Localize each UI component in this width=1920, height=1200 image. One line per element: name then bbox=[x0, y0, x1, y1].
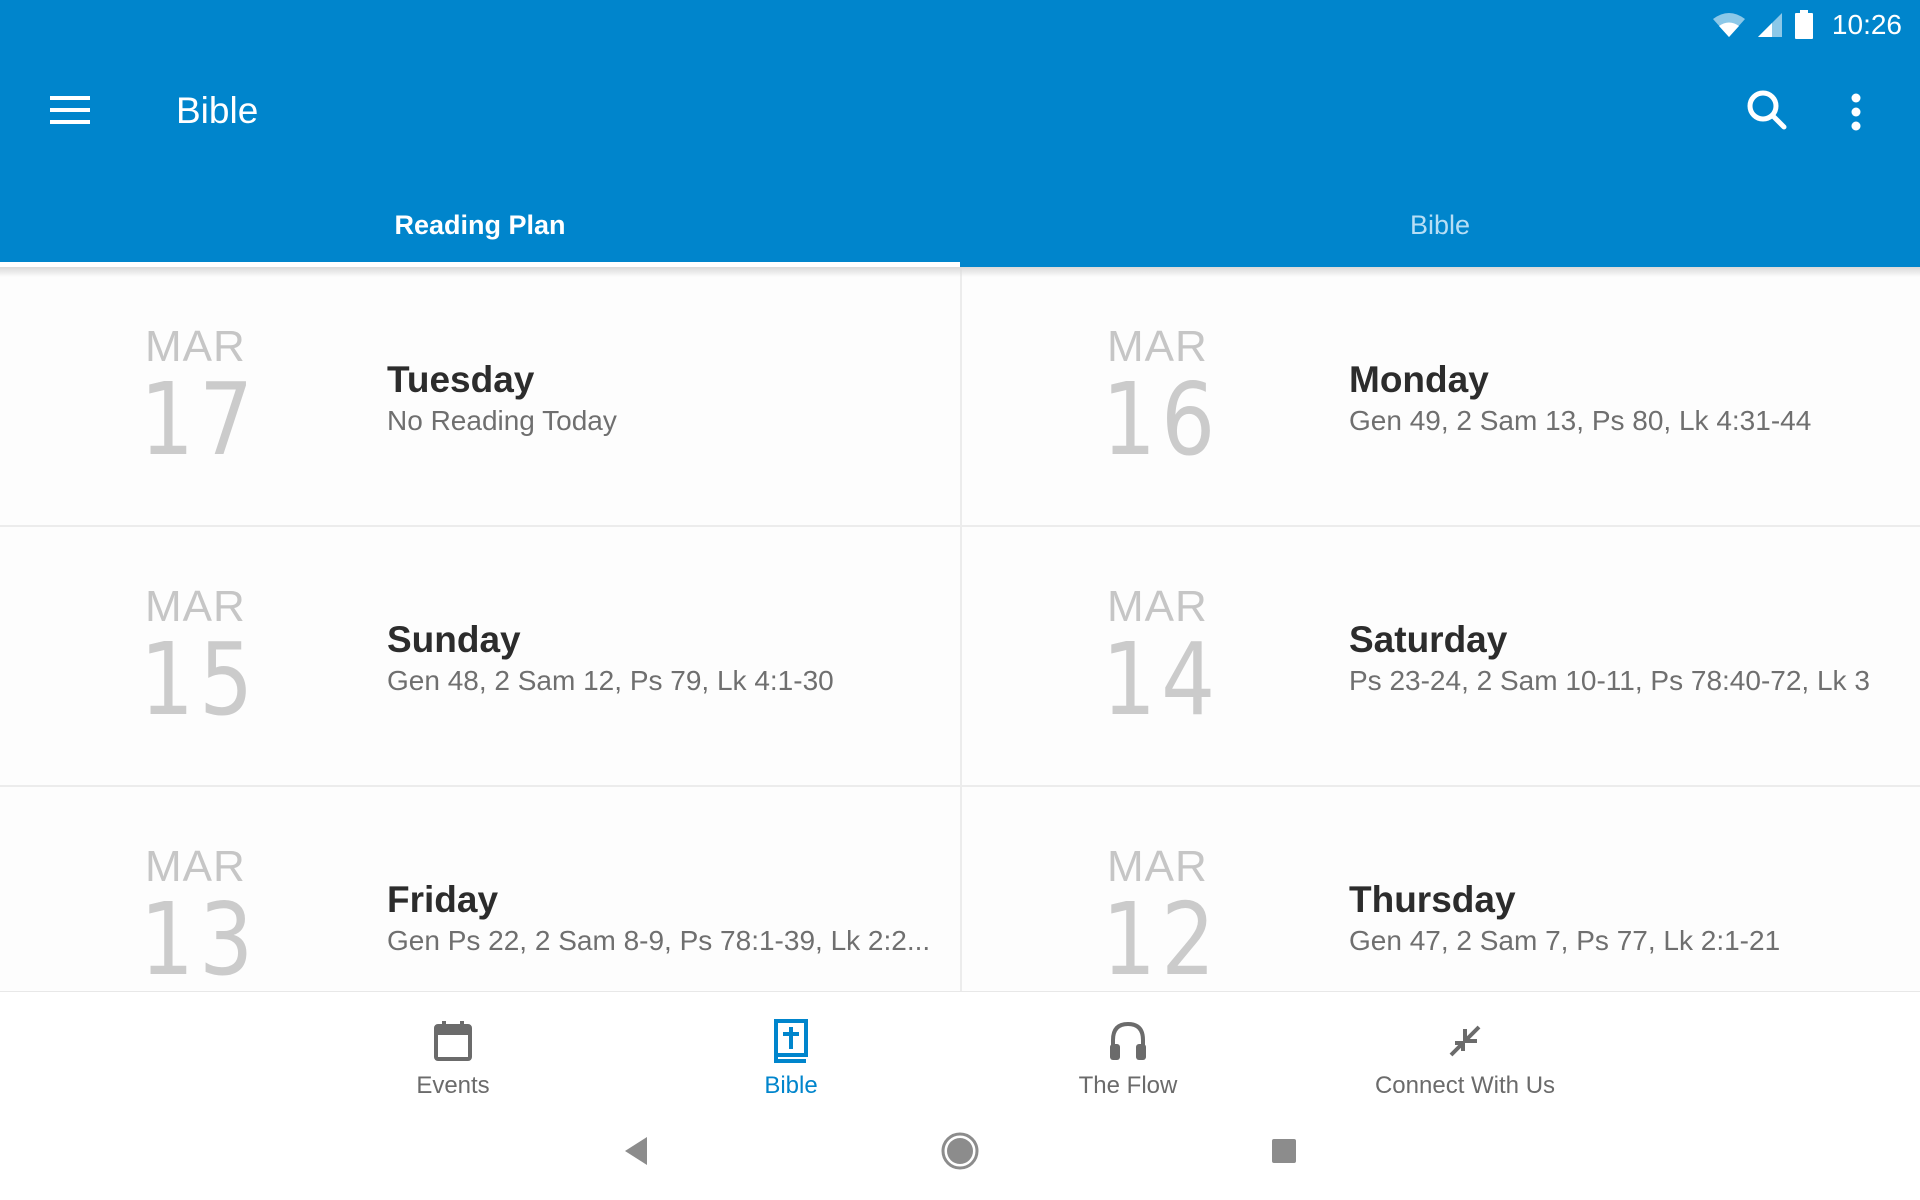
battery-icon bbox=[1794, 10, 1813, 39]
page-title: Bible bbox=[176, 90, 259, 131]
date-day: 17 bbox=[140, 361, 259, 478]
home-icon[interactable] bbox=[930, 1121, 990, 1181]
reading-card[interactable]: MAR 17 Tuesday No Reading Today bbox=[0, 267, 960, 527]
recents-icon[interactable] bbox=[1254, 1121, 1314, 1181]
nav-label: Events bbox=[416, 1072, 490, 1099]
wifi-icon bbox=[1712, 13, 1745, 37]
tab-label: Bible bbox=[1409, 210, 1471, 240]
status-time: 10:26 bbox=[1831, 9, 1902, 40]
cell-signal-icon bbox=[1757, 13, 1782, 37]
nav-label: The Flow bbox=[1078, 1072, 1178, 1099]
tab-label: Reading Plan bbox=[394, 210, 566, 240]
reading-card[interactable]: MAR 15 Sunday Gen 48, 2 Sam 12, Ps 79, L… bbox=[0, 527, 960, 787]
hamburger-menu-icon[interactable] bbox=[50, 96, 92, 126]
date-day: 15 bbox=[140, 621, 259, 738]
weekday: Friday bbox=[387, 879, 499, 920]
weekday: Sunday bbox=[387, 619, 521, 660]
calendar-icon bbox=[433, 1012, 473, 1070]
reading-text: Ps 23-24, 2 Sam 10-11, Ps 78:40-72, Lk 3 bbox=[1349, 665, 1870, 696]
reading-text: Gen Ps 22, 2 Sam 8-9, Ps 78:1-39, Lk 2:2… bbox=[387, 925, 931, 956]
weekday: Saturday bbox=[1349, 619, 1508, 660]
system-navigation-bar bbox=[0, 1099, 1920, 1200]
connect-arrows-icon bbox=[1445, 1012, 1485, 1070]
bible-book-icon bbox=[773, 1012, 809, 1070]
weekday: Monday bbox=[1349, 359, 1489, 400]
date-day: 14 bbox=[1102, 621, 1221, 738]
nav-label: Connect With Us bbox=[1374, 1072, 1556, 1099]
reading-text: Gen 47, 2 Sam 7, Ps 77, Lk 2:1-21 bbox=[1349, 925, 1781, 956]
reading-plan-grid: MAR 17 Tuesday No Reading Today MAR 16 M… bbox=[0, 267, 1920, 991]
nav-item-bible[interactable]: Bible bbox=[641, 992, 941, 1100]
app-bar: 10:26 Bible Reading Plan Bible bbox=[0, 0, 1920, 267]
nav-label: Bible bbox=[764, 1072, 818, 1099]
tab-bible[interactable]: Bible bbox=[960, 190, 1920, 267]
nav-item-events[interactable]: Events bbox=[303, 992, 603, 1100]
tab-bar: Reading Plan Bible bbox=[0, 190, 1920, 267]
nav-item-connect-with-us[interactable]: Connect With Us bbox=[1315, 992, 1615, 1100]
bottom-navigation: Events Bible The Flow Connect With Us bbox=[0, 991, 1920, 1099]
date-day: 16 bbox=[1102, 361, 1221, 478]
date-day: 12 bbox=[1102, 881, 1221, 991]
reading-card[interactable]: MAR 16 Monday Gen 49, 2 Sam 13, Ps 80, L… bbox=[960, 267, 1920, 527]
reading-text: Gen 49, 2 Sam 13, Ps 80, Lk 4:31-44 bbox=[1349, 405, 1812, 436]
nav-item-the-flow[interactable]: The Flow bbox=[978, 992, 1278, 1100]
reading-card[interactable]: MAR 12 Thursday Gen 47, 2 Sam 7, Ps 77, … bbox=[960, 787, 1920, 991]
more-vert-icon[interactable] bbox=[1848, 92, 1864, 132]
status-bar: 10:26 bbox=[1712, 0, 1920, 50]
headphones-icon bbox=[1108, 1012, 1148, 1070]
date-day: 13 bbox=[140, 881, 259, 991]
reading-card[interactable]: MAR 14 Saturday Ps 23-24, 2 Sam 10-11, P… bbox=[960, 527, 1920, 787]
reading-text: Gen 48, 2 Sam 12, Ps 79, Lk 4:1-30 bbox=[387, 665, 834, 696]
reading-text: No Reading Today bbox=[387, 405, 617, 436]
tab-reading-plan[interactable]: Reading Plan bbox=[0, 190, 960, 267]
reading-card[interactable]: MAR 13 Friday Gen Ps 22, 2 Sam 8-9, Ps 7… bbox=[0, 787, 960, 991]
weekday: Thursday bbox=[1349, 879, 1516, 920]
weekday: Tuesday bbox=[387, 359, 535, 400]
back-icon[interactable] bbox=[606, 1121, 666, 1181]
appbar-shadow bbox=[0, 267, 1920, 277]
search-icon[interactable] bbox=[1745, 88, 1789, 132]
